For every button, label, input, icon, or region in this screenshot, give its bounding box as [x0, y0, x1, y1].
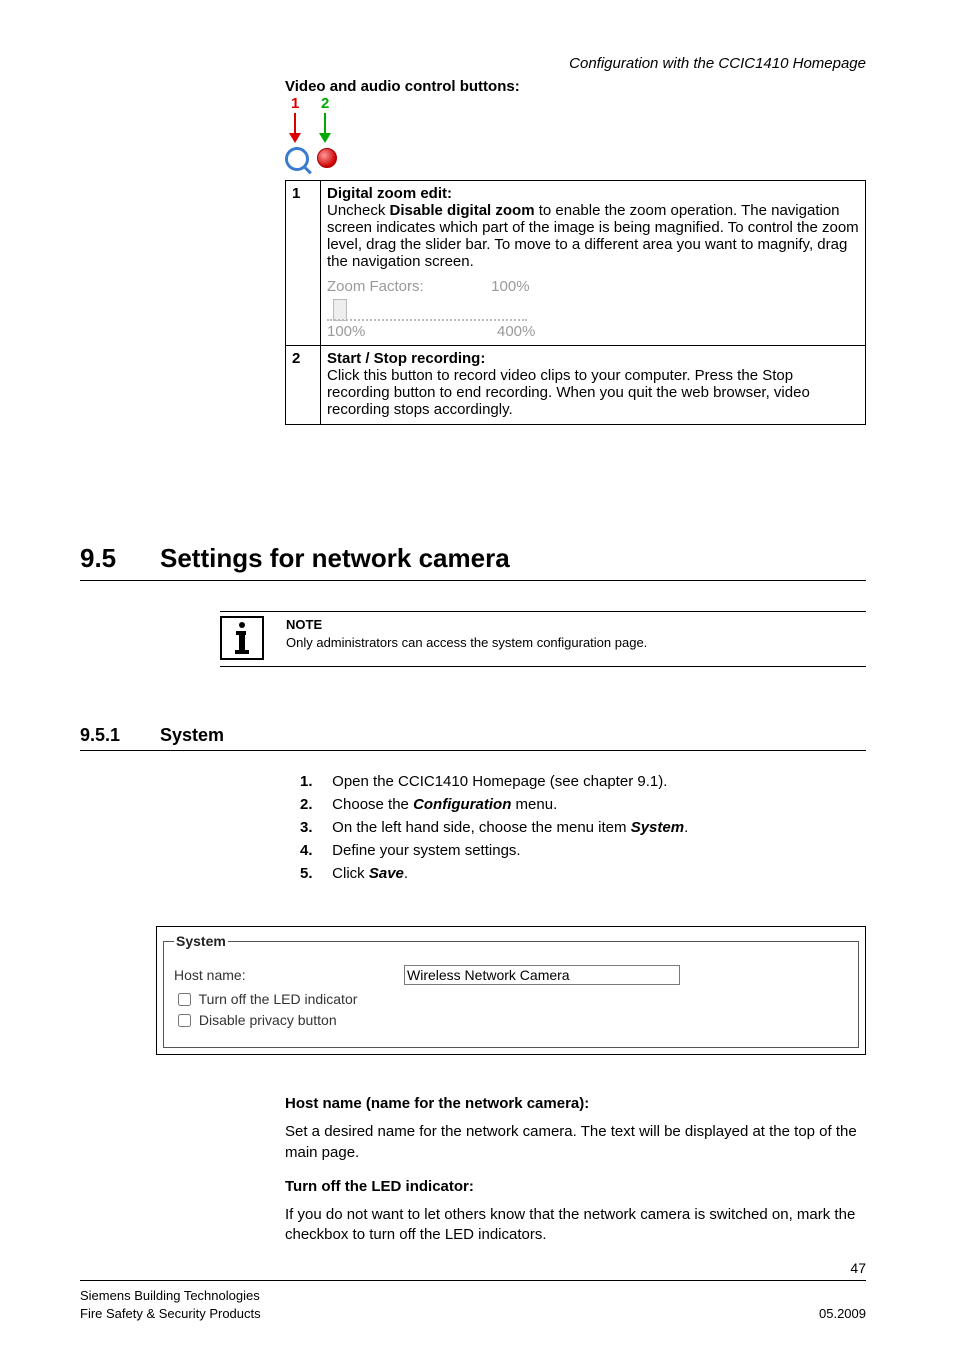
row1-title: Digital zoom edit:: [327, 185, 859, 202]
arrow-line-2: [324, 113, 326, 135]
footer-left-1: Siemens Building Technologies: [80, 1288, 260, 1303]
row1-num: 1: [286, 181, 321, 346]
system-screenshot: System Host name: Turn off the LED indic…: [156, 926, 866, 1055]
section-9-5-1-num: 9.5.1: [80, 725, 160, 746]
note-text: Only administrators can access the syste…: [286, 635, 647, 650]
step-num: 4.: [300, 842, 328, 859]
footer-left-2: Fire Safety & Security Products: [80, 1306, 261, 1321]
step-bi: Save: [369, 865, 404, 882]
slider-max-label: 400%: [497, 323, 535, 340]
step-1: 1. Open the CCIC1410 Homepage (see chapt…: [300, 773, 866, 790]
note-block: NOTE Only administrators can access the …: [220, 611, 866, 667]
step-post: .: [404, 865, 408, 882]
arrow-line-1: [294, 113, 296, 135]
section-9-5: 9.5 Settings for network camera NOTE Onl…: [80, 543, 866, 667]
steps-list: 1. Open the CCIC1410 Homepage (see chapt…: [300, 773, 866, 882]
footer-rule: [80, 1280, 866, 1281]
zoom-ui: Zoom Factors: 100% 100% 400%: [327, 278, 859, 339]
step-bi: System: [631, 819, 684, 836]
below-fieldset-text: Host name (name for the network camera):…: [285, 1080, 866, 1254]
description-table: 1 Digital zoom edit: Uncheck Disable dig…: [285, 180, 866, 425]
section-9-5-1-title: System: [160, 725, 224, 746]
privacy-checkbox-label: Disable privacy button: [199, 1012, 337, 1028]
callout-label-1: 1: [291, 95, 299, 112]
arrow-head-2: [319, 133, 331, 143]
magnifier-icon: [285, 147, 309, 171]
system-legend: System: [174, 933, 228, 949]
row2-num: 2: [286, 346, 321, 425]
hostname-heading: Host name (name for the network camera):: [285, 1094, 866, 1114]
hostname-input[interactable]: [404, 965, 680, 985]
info-icon: [220, 616, 264, 660]
step-pre: On the left hand side, choose the menu i…: [332, 819, 631, 836]
section-9-5-1: 9.5.1 System 1. Open the CCIC1410 Homepa…: [80, 725, 866, 888]
step-text: Define your system settings.: [332, 842, 520, 859]
zoom-factors-label: Zoom Factors:: [327, 278, 487, 295]
step-2: 2. Choose the Configuration menu.: [300, 796, 866, 813]
callout-diagram: 1 2: [285, 95, 485, 175]
video-audio-heading: Video and audio control buttons:: [285, 78, 520, 95]
hostname-para: Set a desired name for the network camer…: [285, 1122, 866, 1163]
record-icon: [317, 148, 337, 168]
step-num: 3.: [300, 819, 328, 836]
row1-cell: Digital zoom edit: Uncheck Disable digit…: [321, 181, 866, 346]
footer-right: 05.2009: [819, 1306, 866, 1321]
zoom-factors-value: 100%: [491, 278, 529, 295]
step-post: menu.: [511, 796, 557, 813]
row1-text: Uncheck Disable digital zoom to enable t…: [327, 202, 859, 270]
row2-cell: Start / Stop recording: Click this butto…: [321, 346, 866, 425]
hostname-label: Host name:: [174, 967, 404, 983]
led-para: If you do not want to let others know th…: [285, 1205, 866, 1246]
slider-handle: [333, 299, 347, 321]
page-number: 47: [850, 1260, 866, 1276]
row1-text-pre: Uncheck: [327, 202, 390, 219]
step-bi: Configuration: [413, 796, 511, 813]
row2-title: Start / Stop recording:: [327, 350, 859, 367]
table-row: 1 Digital zoom edit: Uncheck Disable dig…: [286, 181, 866, 346]
step-num: 5.: [300, 865, 328, 882]
step-num: 1.: [300, 773, 328, 790]
system-fieldset: System Host name: Turn off the LED indic…: [163, 933, 859, 1048]
led-heading: Turn off the LED indicator:: [285, 1177, 866, 1197]
step-3: 3. On the left hand side, choose the men…: [300, 819, 866, 836]
section-9-5-title: Settings for network camera: [160, 543, 510, 574]
row1-bold: Disable digital zoom: [390, 202, 535, 219]
led-checkbox[interactable]: [178, 993, 191, 1006]
led-checkbox-label: Turn off the LED indicator: [199, 991, 358, 1007]
running-header: Configuration with the CCIC1410 Homepage: [569, 55, 866, 72]
step-num: 2.: [300, 796, 328, 813]
row2-text: Click this button to record video clips …: [327, 367, 859, 418]
zoom-slider: 100% 400%: [327, 299, 537, 339]
step-pre: Click: [332, 865, 369, 882]
slider-min-label: 100%: [327, 323, 365, 340]
slider-track: [327, 319, 527, 321]
section-9-5-num: 9.5: [80, 543, 160, 574]
privacy-checkbox[interactable]: [178, 1014, 191, 1027]
step-pre: Choose the: [332, 796, 413, 813]
arrow-head-1: [289, 133, 301, 143]
step-5: 5. Click Save.: [300, 865, 866, 882]
table-row: 2 Start / Stop recording: Click this but…: [286, 346, 866, 425]
callout-label-2: 2: [321, 95, 329, 112]
step-text: Open the CCIC1410 Homepage (see chapter …: [332, 773, 667, 790]
note-title: NOTE: [286, 616, 866, 634]
step-post: .: [684, 819, 688, 836]
step-4: 4. Define your system settings.: [300, 842, 866, 859]
